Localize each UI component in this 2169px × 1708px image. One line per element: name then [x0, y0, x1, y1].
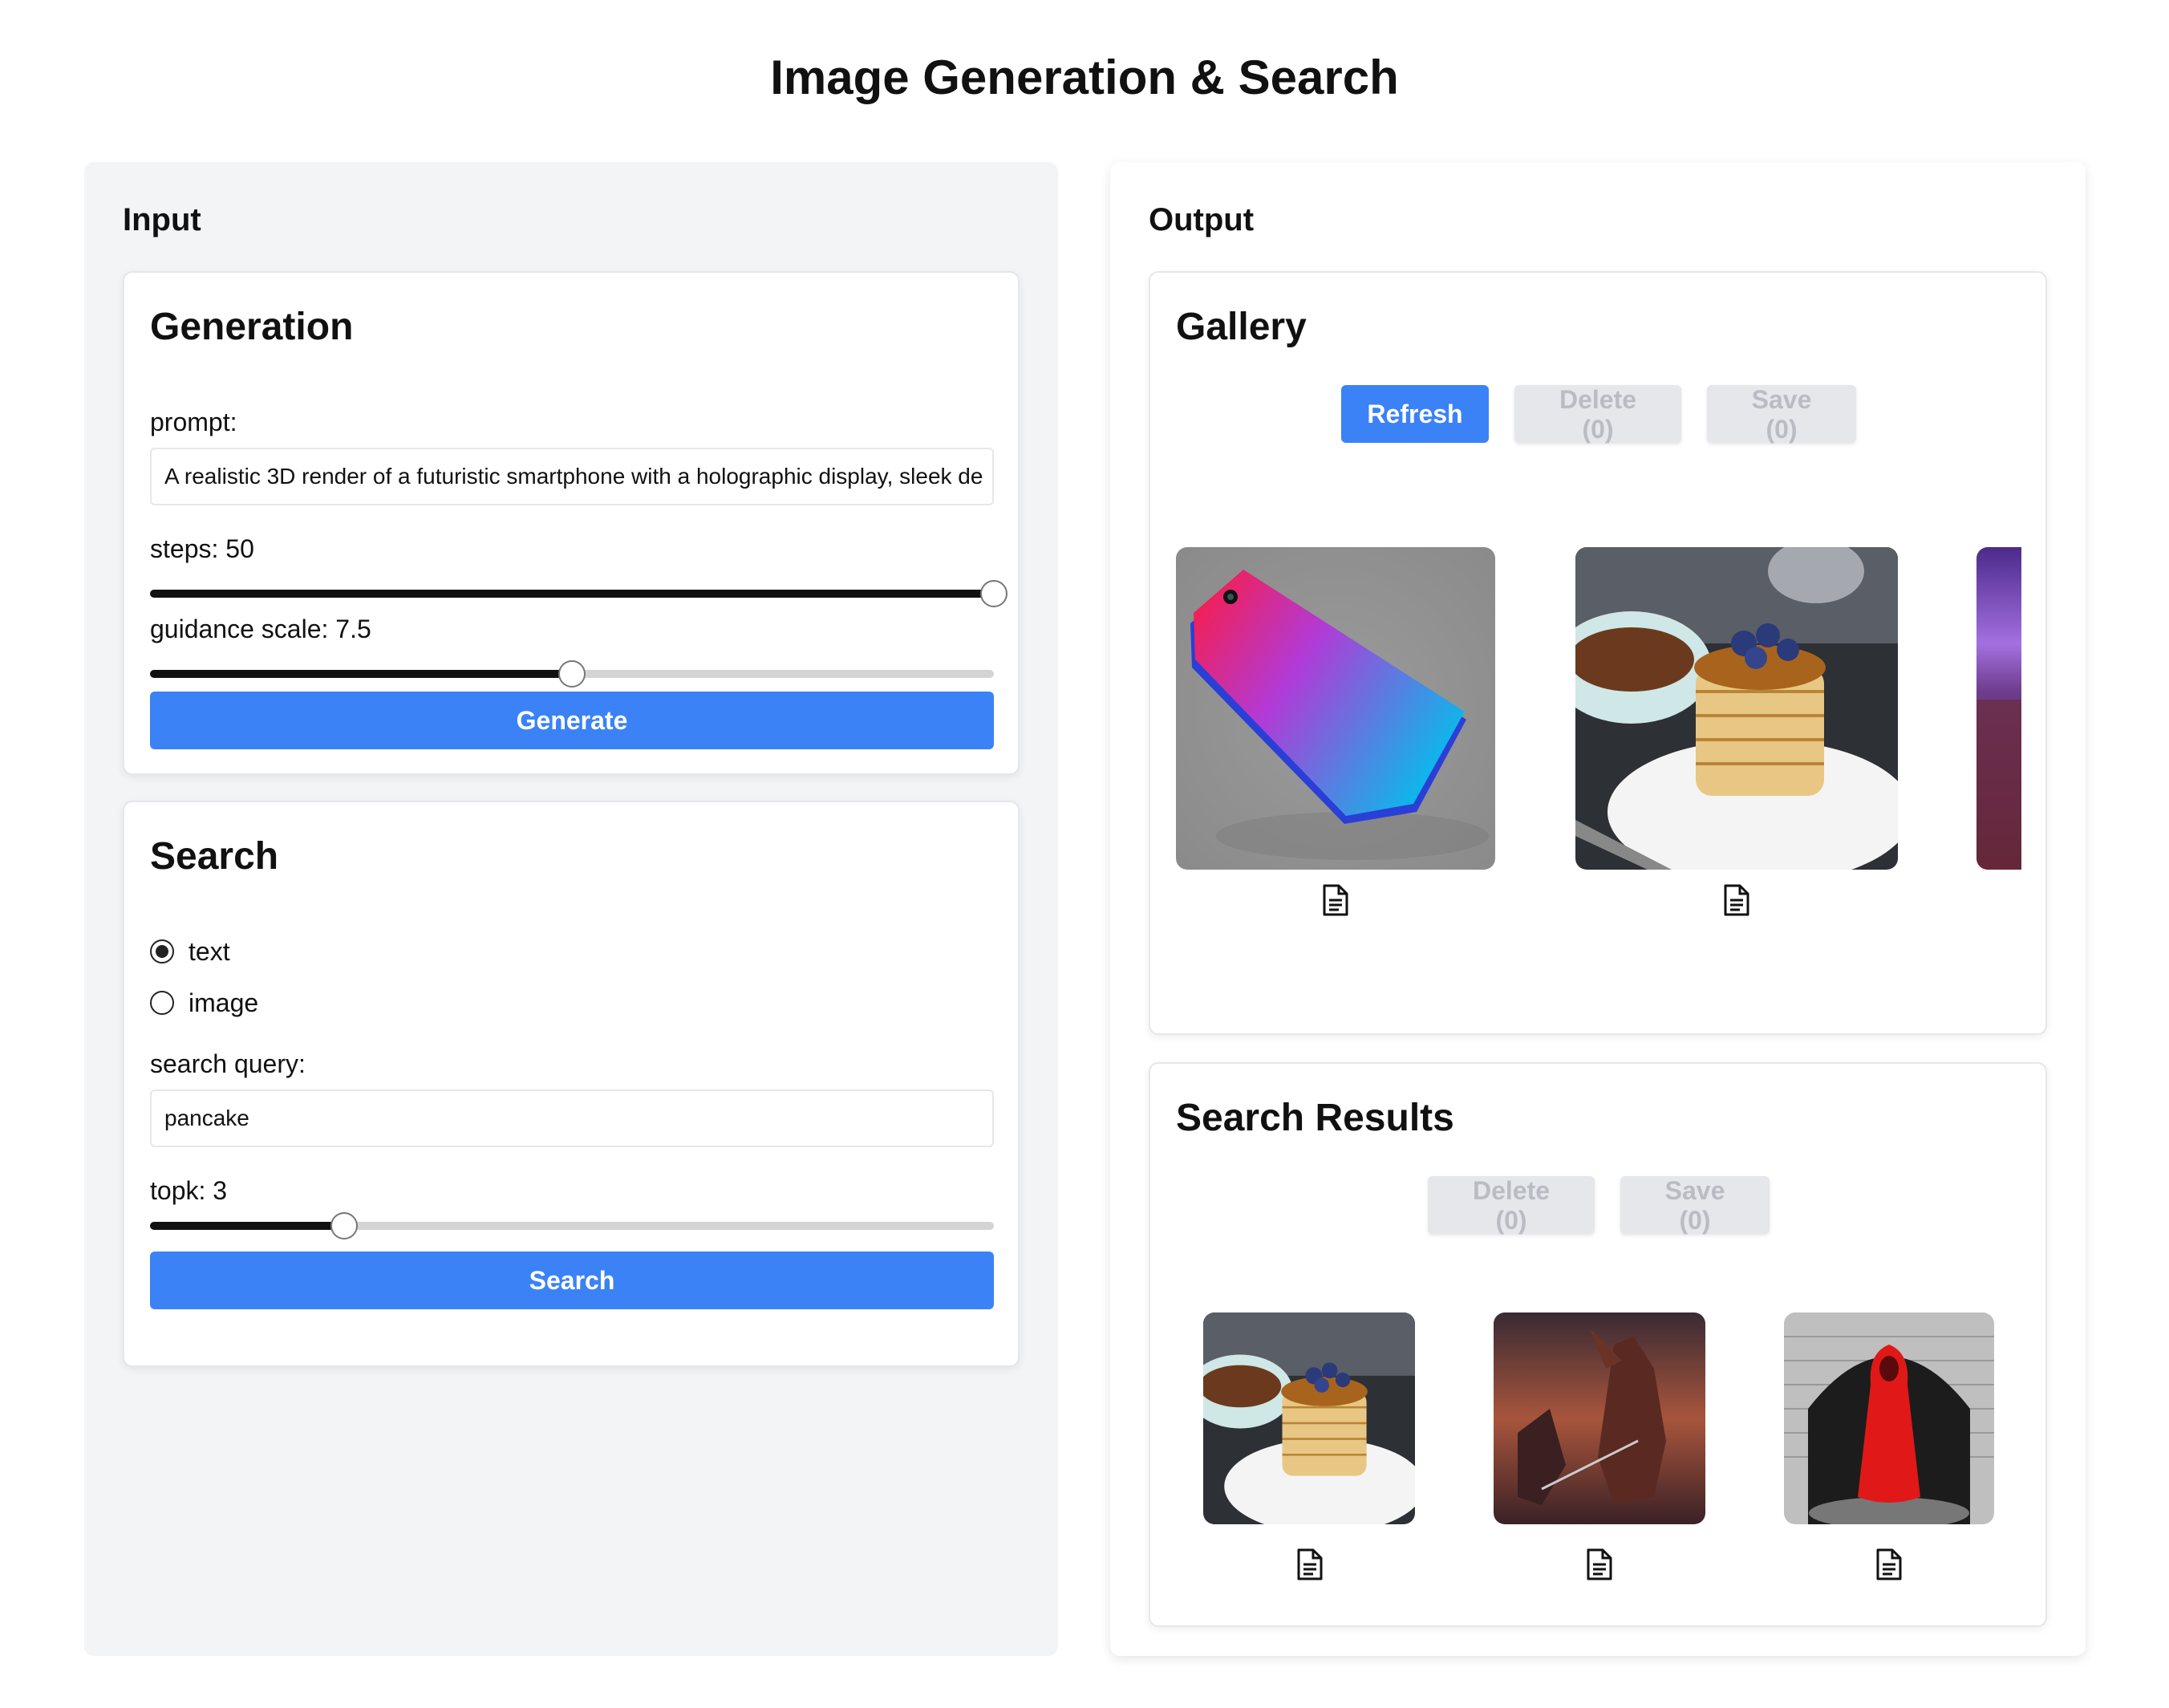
search-results-card: Search Results Delete (0) Save (0): [1149, 1062, 2047, 1627]
output-panel-title: Output: [1149, 202, 1255, 237]
search-query-label: search query:: [150, 1049, 306, 1078]
radio-text-icon[interactable]: [150, 939, 174, 964]
radio-option-image[interactable]: image: [150, 987, 258, 1019]
result-doc-icon-3[interactable]: [1875, 1548, 1903, 1580]
topk-slider[interactable]: [150, 1210, 994, 1242]
result-doc-icon-2[interactable]: [1585, 1548, 1614, 1580]
results-delete-button[interactable]: Delete (0): [1428, 1176, 1595, 1235]
generation-title: Generation: [150, 306, 354, 348]
search-button[interactable]: Search: [150, 1252, 994, 1309]
gallery-image-pancakes[interactable]: [1575, 547, 1898, 870]
guidance-label: guidance scale: 7.5: [150, 615, 371, 643]
gallery-doc-icon-2[interactable]: [1722, 884, 1751, 916]
gallery-save-button[interactable]: Save (0): [1707, 385, 1856, 444]
steps-slider-thumb[interactable]: [980, 580, 1007, 607]
radio-image-label: image: [189, 988, 259, 1017]
result-image-dragon[interactable]: [1494, 1312, 1705, 1524]
topk-slider-thumb[interactable]: [330, 1212, 358, 1239]
gallery-image-landscape[interactable]: [1976, 547, 2021, 870]
results-save-button[interactable]: Save (0): [1620, 1176, 1770, 1235]
result-image-pancakes[interactable]: [1203, 1312, 1415, 1524]
refresh-button[interactable]: Refresh: [1341, 385, 1489, 443]
generate-button[interactable]: Generate: [150, 692, 994, 749]
search-results-title: Search Results: [1176, 1097, 1454, 1139]
steps-slider[interactable]: [150, 578, 1007, 610]
guidance-slider-fill: [150, 670, 572, 678]
radio-option-text[interactable]: text: [150, 935, 230, 968]
input-panel-title: Input: [123, 202, 201, 237]
search-title: Search: [150, 835, 279, 878]
gallery-doc-icon-1[interactable]: [1321, 884, 1350, 916]
page-title: Image Generation & Search: [770, 51, 1399, 104]
radio-image-icon[interactable]: [150, 991, 174, 1015]
guidance-slider[interactable]: [150, 658, 994, 690]
prompt-input[interactable]: A realistic 3D render of a futuristic sm…: [150, 448, 994, 505]
generation-card: Generation prompt: A realistic 3D render…: [123, 271, 1020, 775]
topk-slider-fill: [150, 1222, 344, 1230]
gallery-card: Gallery Refresh Delete (0) Save (0): [1149, 271, 2047, 1035]
guidance-slider-thumb[interactable]: [558, 660, 586, 688]
result-image-red-cloak[interactable]: [1784, 1312, 1994, 1524]
topk-label: topk: 3: [150, 1176, 228, 1205]
steps-slider-fill: [150, 590, 994, 598]
search-query-input[interactable]: pancake: [150, 1089, 994, 1147]
steps-label: steps: 50: [150, 534, 254, 563]
output-panel: Output Gallery Refresh Delete (0) Save (…: [1110, 162, 2086, 1656]
radio-text-label: text: [189, 936, 230, 966]
result-doc-icon-1[interactable]: [1295, 1548, 1324, 1580]
gallery-image-smartphone[interactable]: [1176, 547, 1495, 870]
gallery-delete-button[interactable]: Delete (0): [1514, 385, 1681, 444]
search-card: Search text image search query: pancake …: [123, 801, 1020, 1367]
prompt-label: prompt:: [150, 408, 237, 436]
gallery-title: Gallery: [1176, 306, 1307, 348]
input-panel: Input Generation prompt: A realistic 3D …: [84, 162, 1058, 1656]
